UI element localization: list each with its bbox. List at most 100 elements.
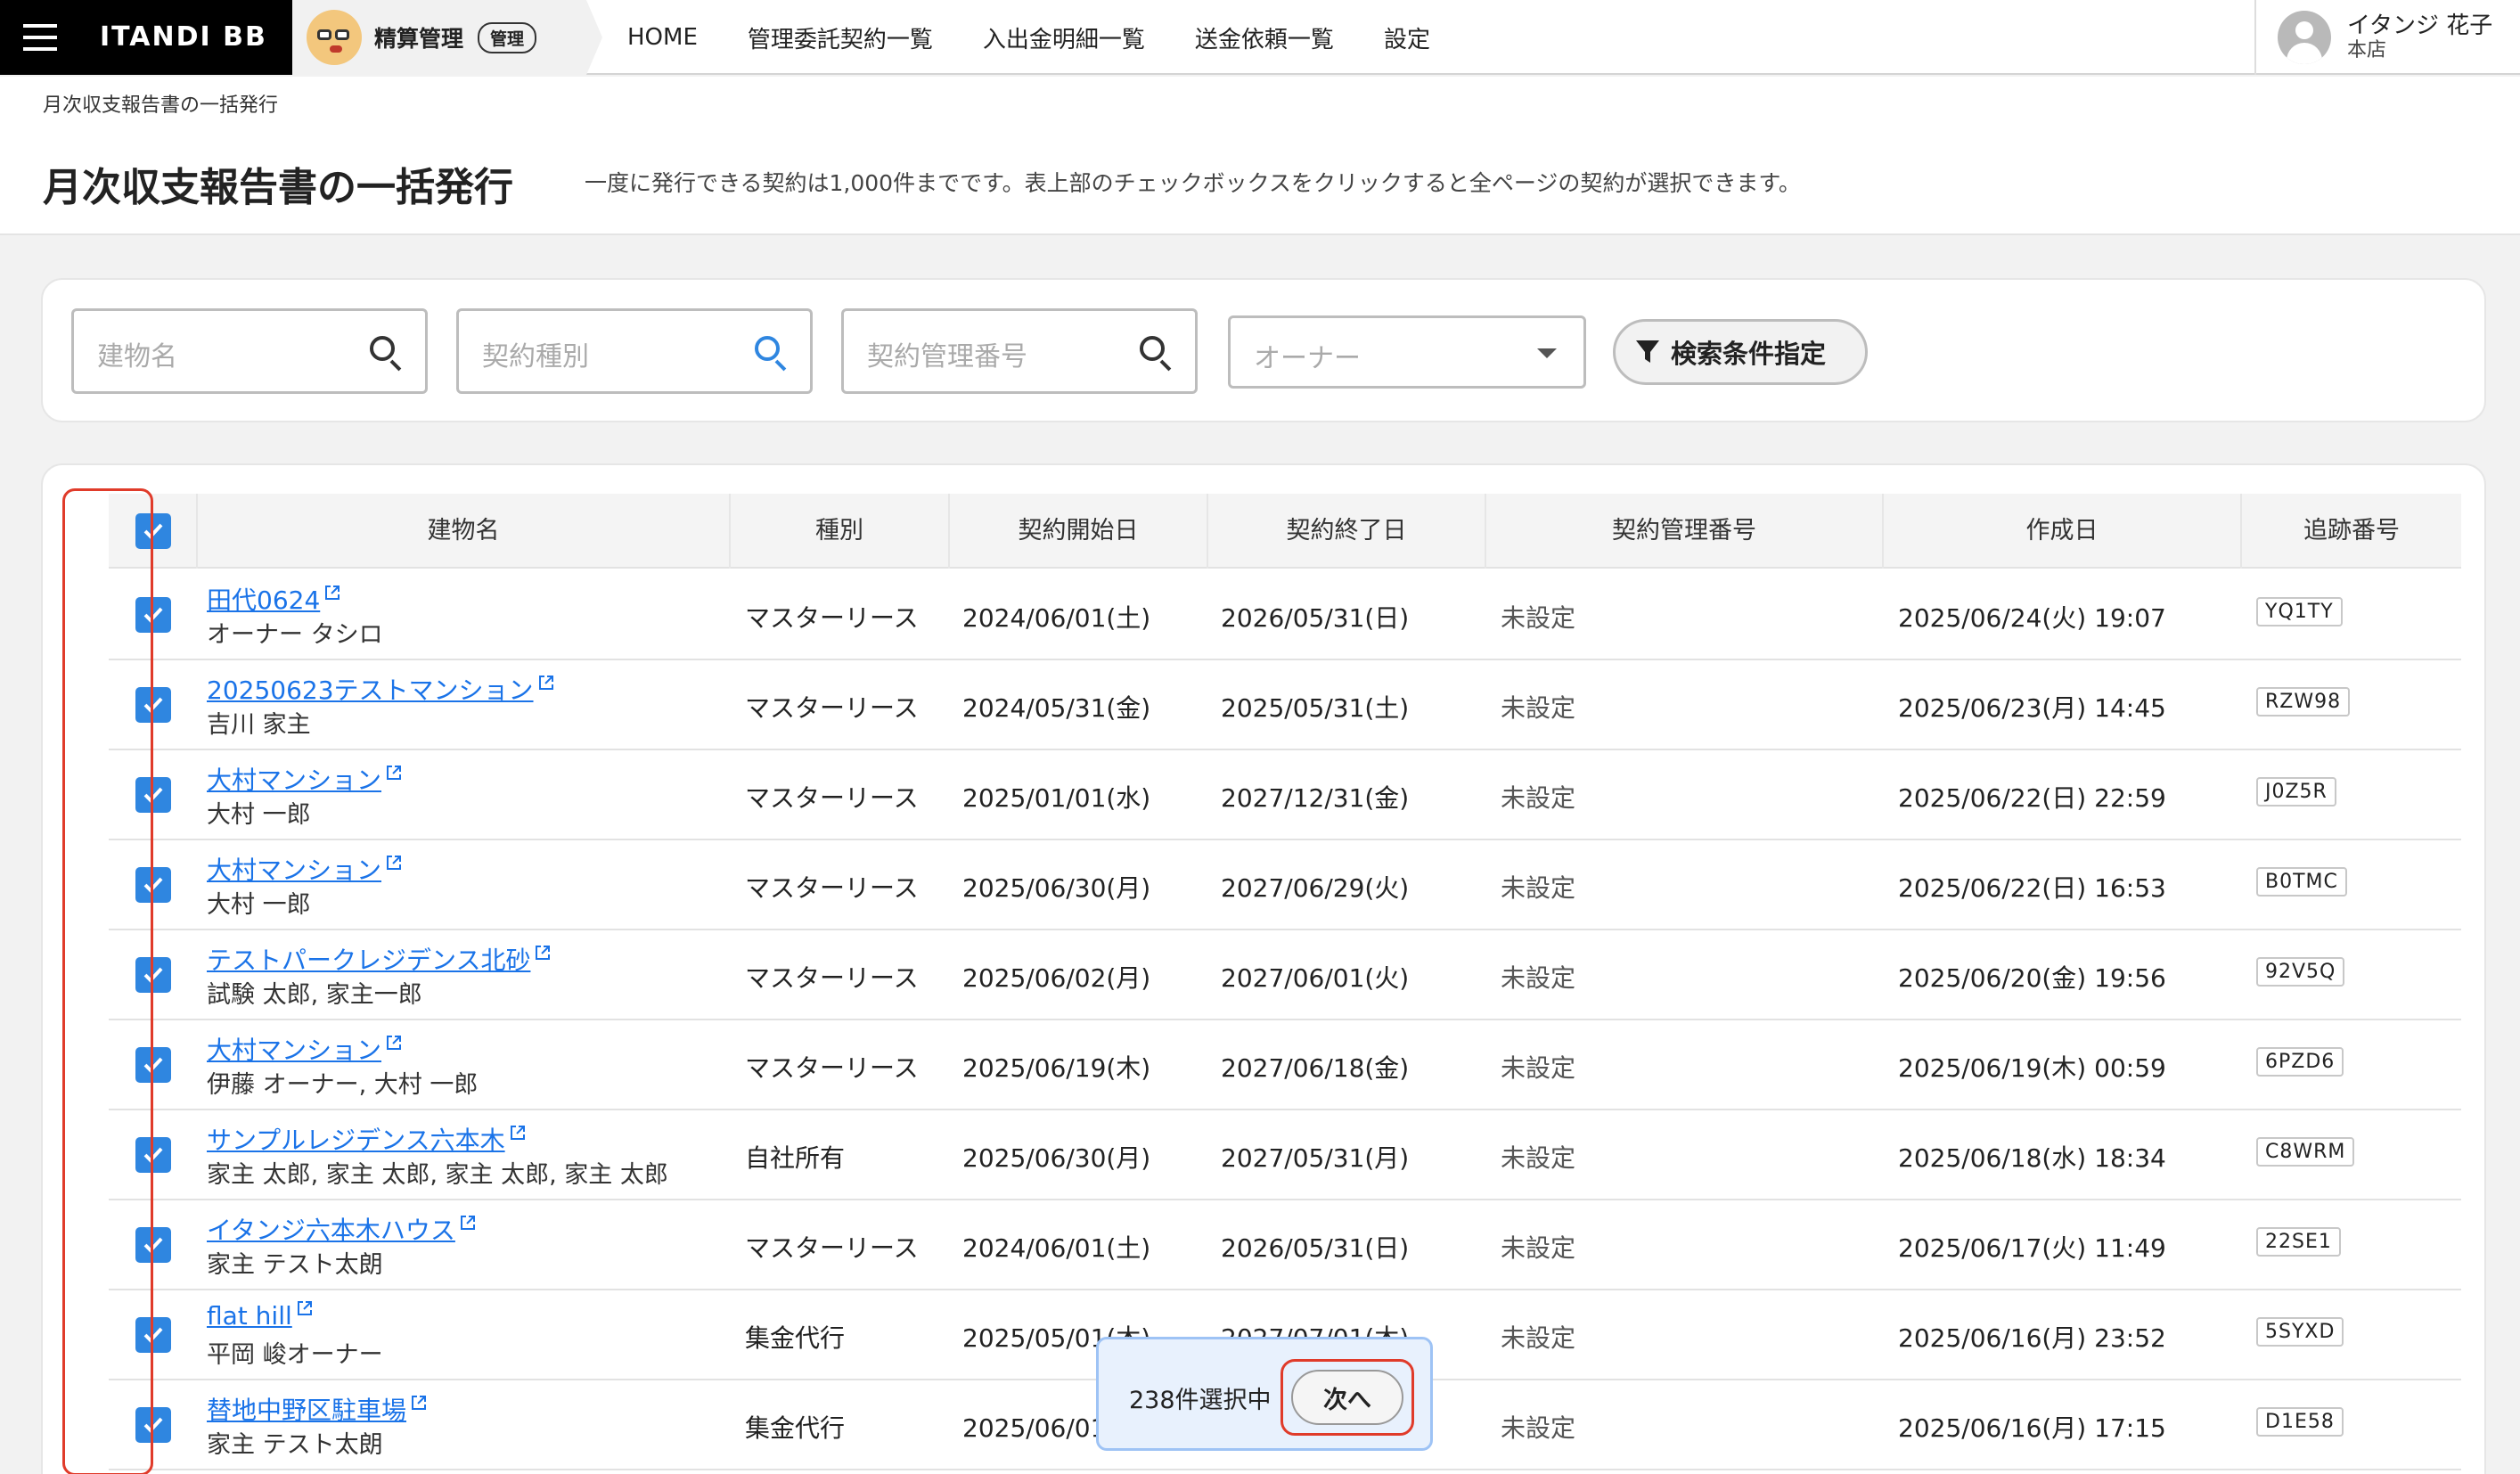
contract-end-date: 2027/12/31(金) [1221,783,1410,813]
contract-type: マスターリース [745,1233,919,1263]
building-name: サンプルレジデンス六本木 [207,1126,505,1155]
user-branch: 本店 [2347,39,2387,61]
nav-transactions[interactable]: 入出金明細一覧 [983,21,1145,54]
external-link-icon [325,586,340,600]
contract-start-date: 2025/06/30(月) [962,873,1151,903]
building-link[interactable]: イタンジ六本木ハウス [207,1211,477,1247]
external-link-icon [536,946,551,960]
building-search-input[interactable]: 建物名 [71,308,428,394]
created-at: 2025/06/22(日) 16:53 [1898,873,2166,903]
building-link[interactable]: 大村マンション [207,851,403,887]
contracts-table: 建物名 種別 契約開始日 契約終了日 契約管理番号 作成日 追跡番号 田代062… [41,463,2486,1474]
contract-type: マスターリース [745,1053,919,1083]
contract-type: 集金代行 [745,1323,846,1353]
building-link[interactable]: flat hill [207,1301,314,1331]
building-name: テストパークレジデンス北砂 [207,946,531,975]
search-icon [370,336,402,372]
contract-type: マスターリース [745,693,919,723]
tracking-number: D1E58 [2256,1407,2344,1437]
chevron-down-icon [1537,348,1557,358]
created-at: 2025/06/16(月) 23:52 [1898,1323,2166,1353]
external-link-icon [297,1301,312,1315]
tracking-number: 5SYXD [2256,1317,2344,1347]
contract-type-input[interactable]: 契約種別 [456,308,813,394]
filter-conditions-button[interactable]: 検索条件指定 [1613,319,1868,385]
column-header-tracking: 追跡番号 [2303,517,2400,545]
table-row: テストパークレジデンス北砂 試験 太郎, 家主一郎 マスターリース 2025/06/0… [109,930,2461,1020]
owner-name: 家主 テスト太朗 [207,1251,383,1279]
owner-name: 伊藤 オーナー, 大村 一郎 [207,1071,479,1099]
building-link[interactable]: 替地中野区駐車場 [207,1391,428,1427]
product-title: 精算管理 [374,26,464,52]
contract-number: 未設定 [1501,1323,1576,1353]
contract-start-date: 2025/06/30(月) [962,1143,1151,1173]
contract-number: 未設定 [1501,1143,1576,1173]
product-switcher[interactable]: 精算管理 管理 [292,0,586,75]
filter-icon [1636,340,1659,363]
mascot-icon [307,10,362,65]
contract-number: 未設定 [1501,1233,1576,1263]
next-button[interactable]: 次へ [1291,1370,1403,1425]
contract-start-date: 2025/06/19(木) [962,1053,1151,1083]
nav-management-contracts[interactable]: 管理委託契約一覧 [748,21,933,54]
owner-name: 試験 太郎, 家主一郎 [207,981,422,1009]
external-link-icon [387,856,402,870]
building-link[interactable]: テストパークレジデンス北砂 [207,941,552,977]
created-at: 2025/06/18(水) 18:34 [1898,1143,2166,1173]
contract-end-date: 2026/05/31(日) [1221,603,1410,633]
breadcrumb[interactable]: 月次収支報告書の一括発行 [43,89,278,118]
building-link[interactable]: 大村マンション [207,1031,403,1067]
tracking-number: 6PZD6 [2256,1047,2344,1077]
building-name: 替地中野区駐車場 [207,1396,407,1425]
product-badge: 管理 [478,21,537,53]
checkbox-column-highlight [62,488,153,1474]
contract-start-date: 2025/06/02(月) [962,963,1151,993]
building-link[interactable]: サンプルレジデンス六本木 [207,1121,527,1157]
tracking-number: YQ1TY [2256,597,2343,626]
search-icon [755,336,787,372]
contract-start-date: 2024/06/01(土) [962,1233,1151,1263]
main-nav: HOME 管理委託契約一覧 入出金明細一覧 送金依頼一覧 設定 [627,0,1480,75]
contract-type-placeholder: 契約種別 [482,341,589,373]
tracking-number: RZW98 [2256,687,2351,717]
created-at: 2025/06/23(月) 14:45 [1898,693,2166,723]
contract-number: 未設定 [1501,783,1576,813]
external-link-icon [510,1126,525,1140]
contract-start-date: 2024/05/31(金) [962,693,1151,723]
owner-name: 吉川 家主 [207,711,311,739]
contract-number-input[interactable]: 契約管理番号 [841,308,1198,394]
contract-type: 自社所有 [745,1143,846,1173]
page-header: 月次収支報告書の一括発行 月次収支報告書の一括発行 一度に発行できる契約は1,0… [0,77,2520,235]
contract-number: 未設定 [1501,963,1576,993]
column-header-contract-number: 契約管理番号 [1486,494,1884,569]
table-row: 大村マンション 大村 一郎 マスターリース 2025/06/30(月) 2027/06/… [109,840,2461,930]
tracking-number: B0TMC [2256,867,2347,897]
building-link[interactable]: 20250623テストマンション [207,671,555,707]
building-link[interactable]: 田代0624 [207,581,341,617]
owner-name: 大村 一郎 [207,801,311,829]
search-panel: 建物名 契約種別 契約管理番号 オーナー 検索条件指定 [41,278,2486,422]
contract-end-date: 2027/05/31(月) [1221,1143,1410,1173]
building-link[interactable]: 大村マンション [207,761,403,797]
tracking-number: J0Z5R [2256,777,2336,807]
search-icon [1140,336,1172,372]
filter-conditions-label: 検索条件指定 [1671,339,1827,369]
contract-type: 集金代行 [745,1413,846,1443]
owner-name: 家主 太郎, 家主 太郎, 家主 太郎, 家主 太郎 [207,1161,668,1189]
nav-settings[interactable]: 設定 [1384,21,1430,54]
menu-icon[interactable] [0,0,80,75]
user-name: イタンジ 花子 [2347,12,2493,39]
contract-start-date: 2024/06/01(土) [962,603,1151,633]
building-name: 大村マンション [207,1036,382,1065]
nav-home[interactable]: HOME [627,24,698,51]
external-link-icon [412,1396,427,1410]
external-link-icon [387,1036,402,1050]
column-header-created: 作成日 [1884,494,2242,569]
owner-select[interactable]: オーナー [1228,315,1586,389]
user-menu[interactable]: イタンジ 花子 本店 [2254,0,2520,75]
table-row: 大村マンション 大村 一郎 マスターリース 2025/01/01(水) 2027/12/… [109,750,2461,840]
table-row: 20250623テストマンション吉川 家主 マスターリース 2024/05/31(金… [109,660,2461,750]
nav-remittance-requests[interactable]: 送金依頼一覧 [1195,21,1334,54]
table-row: イタンジ六本木ハウス 家主 テスト太朗 マスターリース 2024/06/01(土) 20… [109,1200,2461,1290]
brand-logo[interactable]: ITANDI BB [80,0,292,75]
